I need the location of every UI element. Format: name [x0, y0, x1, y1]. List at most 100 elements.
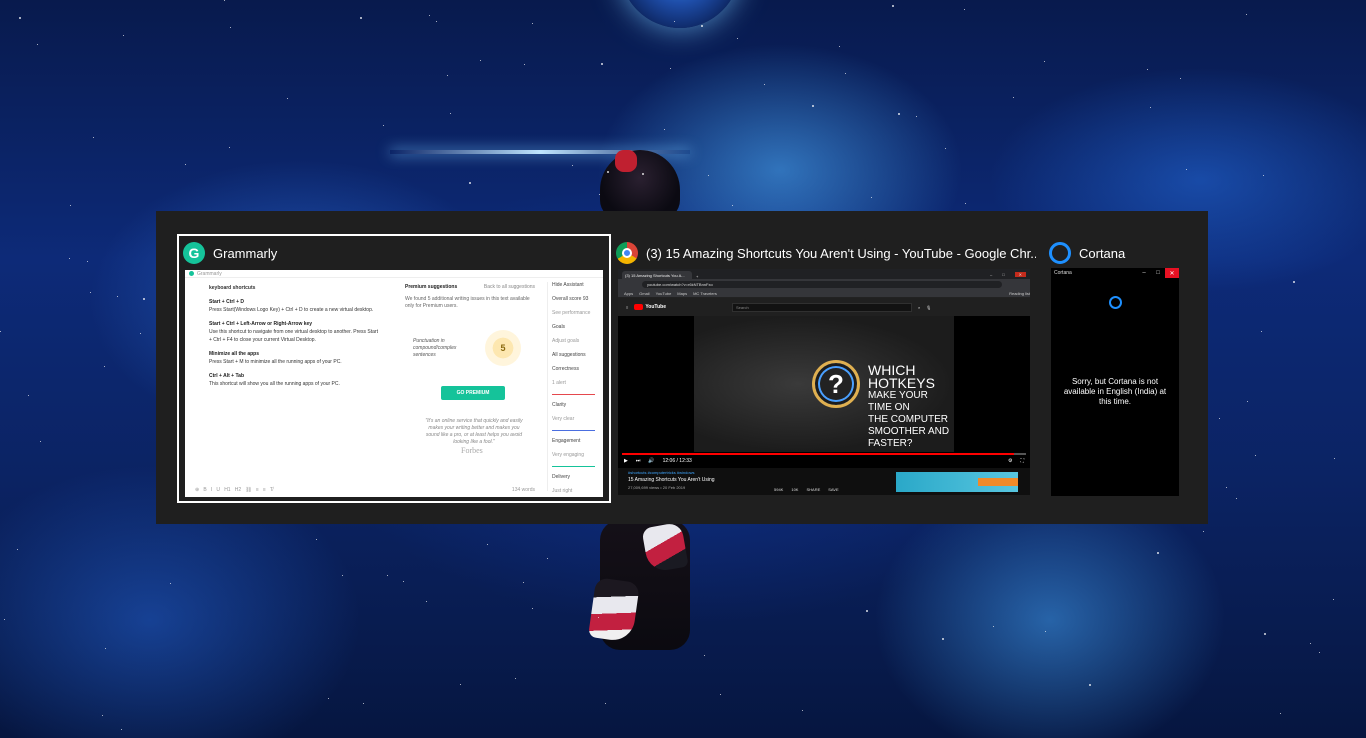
- window-card-grammarly[interactable]: G Grammarly Grammarly keyboard shortcuts…: [177, 234, 611, 503]
- volume-icon: 🔊: [648, 458, 655, 464]
- save-label: SAVE: [828, 487, 839, 492]
- section-body: Press Start + M to minimize all the runn…: [209, 359, 342, 365]
- star: [1236, 498, 1237, 499]
- star: [664, 129, 665, 130]
- bookmark-item: YouTube: [655, 290, 672, 296]
- sidebar-item-label: Hide Assistant: [552, 282, 584, 288]
- star: [964, 9, 965, 10]
- youtube-logo: YouTube: [634, 304, 666, 310]
- star: [701, 25, 703, 27]
- star: [1319, 652, 1320, 653]
- video-headline: WHICH HOTKEYS: [868, 362, 935, 391]
- sidebar-item-sub: See performance: [552, 310, 591, 316]
- star: [143, 298, 145, 300]
- star: [487, 544, 488, 545]
- star: [460, 684, 461, 685]
- star: [121, 729, 122, 730]
- sidebar-item-label: Clarity: [552, 402, 567, 408]
- star: [360, 17, 362, 19]
- star: [403, 581, 404, 582]
- video-time: 12:06 / 12:33: [662, 458, 692, 464]
- star: [1334, 458, 1335, 459]
- back-link: Back to all suggestions: [483, 284, 535, 290]
- star: [90, 292, 91, 293]
- star: [287, 98, 288, 99]
- star: [1333, 599, 1334, 600]
- star: [993, 626, 994, 627]
- window-title: (3) 15 Amazing Shortcuts You Aren't Usin…: [646, 245, 1036, 261]
- star: [1226, 487, 1227, 488]
- youtube-logo-text: YouTube: [645, 304, 666, 310]
- star: [383, 125, 384, 126]
- section-heading: Start + Ctrl + D: [209, 299, 245, 305]
- star: [17, 549, 18, 550]
- video-meta: #shortcuts #computertricks #windows 15 A…: [628, 470, 888, 490]
- grammarly-document: keyboard shortcuts Start + Ctrl + D Pres…: [209, 284, 379, 388]
- star: [708, 175, 709, 176]
- sidebar-item: Hide Assistant: [552, 282, 595, 289]
- star: [436, 21, 437, 22]
- minimize-icon: –: [989, 271, 993, 277]
- star: [1203, 531, 1204, 532]
- star: [224, 0, 225, 1]
- star: [229, 147, 230, 148]
- sidebar-item: Clarity Very clear: [552, 402, 595, 431]
- star: [720, 694, 721, 695]
- grammarly-logo-icon: [189, 271, 194, 276]
- star: [104, 366, 105, 367]
- sidebar-item-sub: Just right: [552, 488, 573, 494]
- premium-panel: Premium suggestions Back to all suggesti…: [405, 284, 535, 310]
- section-heading: Ctrl + Alt + Tab: [209, 373, 245, 379]
- star: [1261, 331, 1262, 332]
- section-body: This shortcut will show you all the runn…: [209, 381, 340, 387]
- video-player: ? WHICH HOTKEYS MAKE YOUR TIME ON THE CO…: [618, 316, 1030, 468]
- star: [1147, 69, 1148, 70]
- premium-issue: Punctuation in compound/complex sentence…: [413, 338, 457, 358]
- window-controls: – □ ✕: [990, 269, 1030, 279]
- video-tags: #shortcuts #computertricks #windows: [628, 470, 695, 475]
- premium-found: We found 5 additional writing issues in …: [405, 296, 530, 309]
- star: [19, 17, 21, 19]
- star: [1264, 633, 1266, 635]
- star: [40, 441, 41, 442]
- testimonial-quote: "It's an online service that quickly and…: [425, 418, 523, 445]
- sidebar-item-sub: 1 alert: [552, 380, 566, 386]
- video-subline: SMOOTHER AND FASTER?: [868, 426, 950, 449]
- star: [642, 173, 644, 175]
- window-card-chrome[interactable]: (3) 15 Amazing Shortcuts You Aren't Usin…: [616, 236, 1036, 501]
- wallpaper-planet: [620, 0, 740, 28]
- star: [37, 44, 38, 45]
- window-card-cortana[interactable]: Cortana Cortana – □ ✕ Sorry, but Cortana…: [1049, 236, 1189, 501]
- doc-title: keyboard shortcuts: [209, 285, 256, 291]
- app-bar-label: Grammarly: [197, 270, 222, 277]
- dislike-count: 10K: [791, 487, 799, 492]
- minimize-icon: –: [1142, 270, 1146, 276]
- bookmark-item: Maps: [677, 290, 688, 296]
- cortana-window-title: Cortana: [1054, 270, 1072, 276]
- ad-strip: [978, 478, 1018, 486]
- video-subline: MAKE YOUR TIME ON: [868, 390, 928, 413]
- sidebar-item-sub: Very clear: [552, 416, 575, 422]
- search-icon: ⌕: [918, 304, 921, 310]
- section-body: Use this shortcut to navigate from one v…: [209, 329, 378, 343]
- video-progress-fill: [622, 453, 1014, 455]
- sidebar-item: Goals Adjust goals: [552, 324, 595, 345]
- star: [866, 610, 868, 612]
- star: [965, 203, 966, 204]
- grammarly-app-bar: Grammarly: [185, 270, 603, 278]
- star: [599, 194, 600, 195]
- window-controls: – □ ✕: [1137, 268, 1179, 278]
- mic-icon: 🎙: [926, 304, 932, 310]
- star: [607, 171, 609, 173]
- star: [871, 197, 872, 198]
- settings-icon: ⚙: [1008, 458, 1013, 464]
- browser-tab-bar: (3) 15 Amazing Shortcuts You A... + – □ …: [618, 269, 1030, 279]
- star: [342, 575, 343, 576]
- sidebar-item: All suggestions: [552, 352, 595, 359]
- quote-source: Forbes: [461, 446, 483, 455]
- video-frame: ? WHICH HOTKEYS MAKE YOUR TIME ON THE CO…: [694, 316, 954, 452]
- star: [123, 35, 124, 36]
- video-views: 27,009,699 views • 20 Feb 2019: [628, 485, 686, 490]
- ad-banner: [896, 472, 1018, 492]
- share-label: SHARE: [806, 487, 821, 492]
